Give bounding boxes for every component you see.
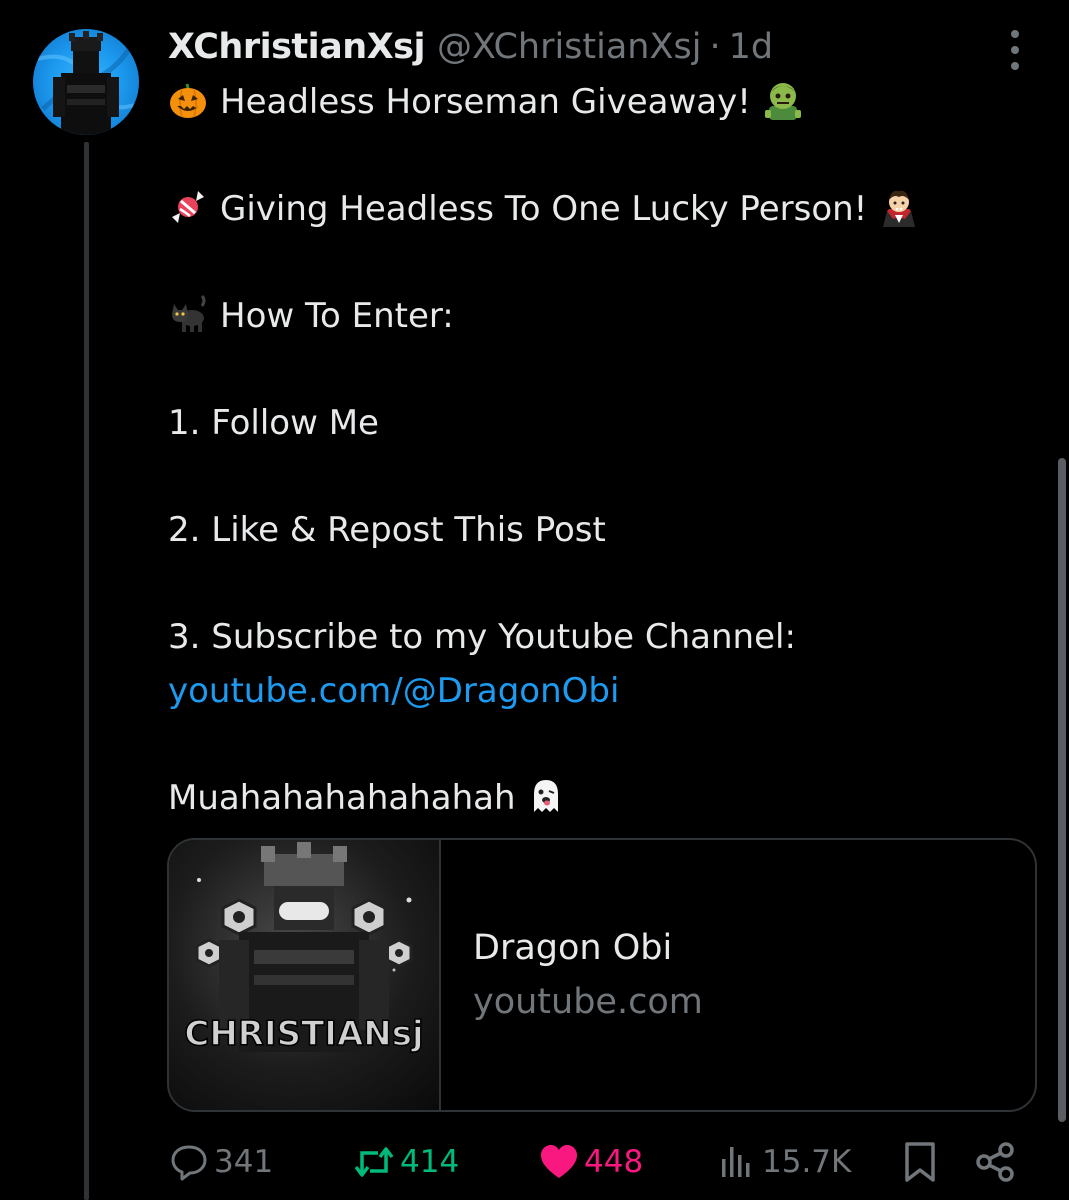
post-timestamp[interactable]: 1d [729, 27, 774, 67]
separator-dot: · [709, 27, 721, 67]
ghost-emoji [533, 779, 558, 812]
avatar[interactable] [33, 29, 139, 135]
card-title: Dragon Obi [473, 928, 673, 968]
like-button[interactable]: 448 [538, 1134, 643, 1190]
post-detail-view: XChristianXsj @XChristianXsj · 1d Headle… [0, 0, 1069, 1200]
pumpkin-emoji [170, 83, 206, 118]
share-icon [976, 1142, 1014, 1182]
user-handle[interactable]: @XChristianXsj [437, 27, 701, 67]
post-line: 3. Subscribe to my Youtube Channel: [168, 611, 1028, 665]
card-info: Dragon Obi youtube.com [441, 840, 703, 1110]
post-line: youtube.com/@DragonObi [168, 665, 1028, 719]
youtube-link[interactable]: youtube.com/@DragonObi [168, 671, 619, 711]
reply-count: 341 [214, 1144, 274, 1180]
action-bar: 341 414 448 15.7K [168, 1134, 1028, 1190]
share-button[interactable] [974, 1134, 1022, 1190]
display-name[interactable]: XChristianXsj [168, 27, 426, 67]
outro-text: Muahahahahahahah [168, 777, 516, 818]
line1-text: Headless Horseman Giveaway! [220, 82, 751, 122]
link-preview-card[interactable]: CHRISTIANsj Dragon Obi youtube.com [167, 838, 1037, 1112]
repost-icon [354, 1147, 394, 1177]
views-count: 15.7K [762, 1144, 852, 1180]
black-cat-emoji [172, 294, 206, 332]
post-line: Giving Headless To One Lucky Person! [168, 183, 1028, 237]
repost-button[interactable]: 414 [352, 1134, 459, 1190]
thumbnail-text: CHRISTIANsj [184, 1014, 423, 1054]
heart-icon [541, 1145, 577, 1178]
views-icon [722, 1147, 750, 1177]
reply-button[interactable]: 341 [168, 1134, 273, 1190]
repost-count: 414 [400, 1144, 460, 1180]
step1-text: 1. Follow Me [168, 403, 379, 443]
post-line: How To Enter: [168, 290, 1028, 344]
line3-text: How To Enter: [220, 296, 454, 336]
post-body: Headless Horseman Giveaway! Giving Headl… [168, 76, 1028, 825]
line2-text: Giving Headless To One Lucky Person! [220, 189, 868, 229]
post-line: Muahahahahahahah [168, 772, 1028, 826]
post-line: 1. Follow Me [168, 397, 1028, 451]
scrollbar[interactable] [1058, 458, 1066, 1122]
card-thumbnail: CHRISTIANsj [169, 840, 441, 1110]
step3-text: 3. Subscribe to my Youtube Channel: [168, 617, 796, 657]
post-header: XChristianXsj @XChristianXsj · 1d [168, 24, 773, 70]
more-icon-dot [1011, 30, 1019, 38]
thread-line [84, 142, 89, 1200]
more-icon-dot [1011, 46, 1019, 54]
step2-text: 2. Like & Repost This Post [168, 510, 606, 550]
post-line: Headless Horseman Giveaway! [168, 76, 1028, 130]
reply-icon [171, 1145, 207, 1181]
more-icon-dot [1011, 62, 1019, 70]
like-count: 448 [584, 1144, 644, 1180]
bookmark-icon [905, 1142, 935, 1182]
zombie-emoji [764, 83, 801, 120]
more-options-button[interactable] [1000, 30, 1030, 70]
card-domain: youtube.com [473, 982, 703, 1022]
post-line: 2. Like & Repost This Post [168, 504, 1028, 558]
views-button[interactable]: 15.7K [718, 1134, 851, 1190]
bookmark-button[interactable] [900, 1134, 944, 1190]
vampire-emoji [883, 190, 916, 227]
candy-emoji [172, 191, 204, 223]
